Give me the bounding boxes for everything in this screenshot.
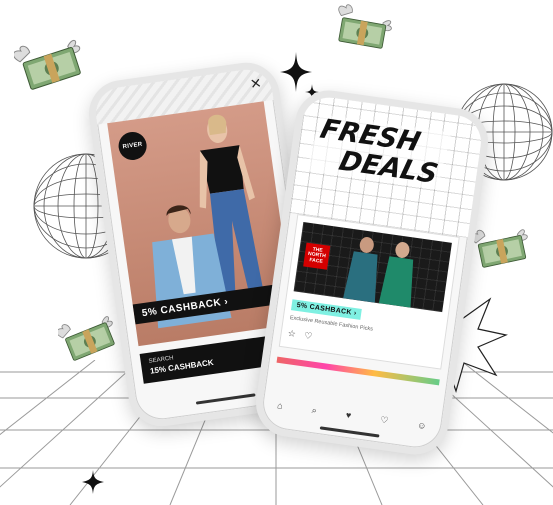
search-icon[interactable]: ⌕ — [311, 405, 317, 417]
headline-area: FRESH DEALS — [289, 94, 485, 238]
home-icon[interactable]: ⌂ — [277, 400, 284, 411]
brand-logo: THE NORTH FACE — [303, 242, 331, 270]
money-wings-icon — [470, 229, 528, 268]
brand-logo: RIVER — [116, 130, 149, 162]
deal-card[interactable]: THE NORTH FACE 5% CASHBACK › Exclusive R… — [278, 214, 460, 370]
favorites-icon[interactable]: ♡ — [379, 414, 389, 426]
sparkle-icon — [82, 470, 104, 494]
home-indicator[interactable] — [195, 393, 256, 405]
page-title: FRESH DEALS — [306, 114, 452, 190]
deals-icon[interactable]: ♥ — [345, 410, 352, 421]
home-indicator[interactable] — [319, 426, 380, 438]
hero-image: RIVER 5% CASHBACK › — [107, 101, 295, 347]
money-wings-icon — [58, 316, 115, 361]
model-figure — [343, 237, 414, 308]
money-wings-icon — [14, 39, 81, 90]
money-wings-icon — [338, 4, 392, 49]
promo-scene: × RIVER 5% CASHBACK › SEARCH 15% CASHBAC… — [0, 0, 553, 505]
close-icon[interactable]: × — [249, 73, 262, 94]
profile-icon[interactable]: ☺ — [417, 420, 428, 431]
deal-image: THE NORTH FACE — [293, 221, 452, 313]
